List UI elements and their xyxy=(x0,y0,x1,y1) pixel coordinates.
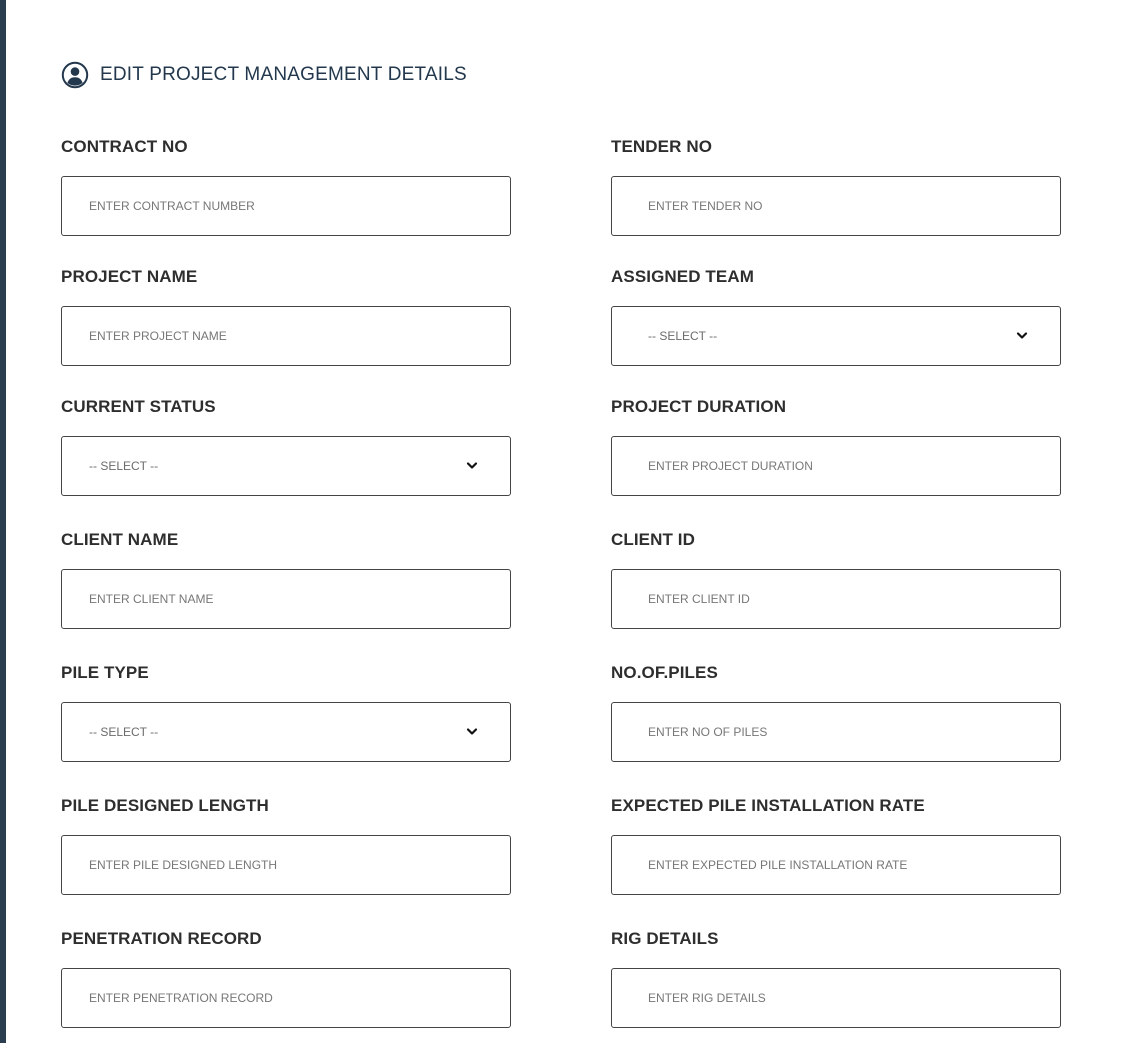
project-name-input[interactable] xyxy=(62,307,510,365)
rig-details-field: RIG DETAILS xyxy=(611,929,1061,1028)
penetration-record-box xyxy=(61,968,511,1028)
no-of-piles-field: NO.OF.PILES xyxy=(611,663,1061,762)
project-duration-input[interactable] xyxy=(612,437,1060,495)
assigned-team-selected: -- SELECT -- xyxy=(648,329,718,343)
project-name-label: PROJECT NAME xyxy=(61,267,198,286)
expected-pile-installation-rate-field: EXPECTED PILE INSTALLATION RATE xyxy=(611,796,1061,895)
pile-designed-length-field: PILE DESIGNED LENGTH xyxy=(61,796,511,895)
contract-no-field: CONTRACT NO xyxy=(61,137,511,236)
no-of-piles-input[interactable] xyxy=(612,703,1060,761)
pile-type-selected: -- SELECT -- xyxy=(89,725,159,739)
current-status-field: CURRENT STATUS -- SELECT -- xyxy=(61,397,511,496)
chevron-down-icon xyxy=(466,462,478,469)
project-name-box xyxy=(61,306,511,366)
no-of-piles-label: NO.OF.PILES xyxy=(611,663,718,682)
penetration-record-label: PENETRATION RECORD xyxy=(61,929,262,948)
expected-pile-installation-rate-label: EXPECTED PILE INSTALLATION RATE xyxy=(611,796,925,815)
pile-type-label: PILE TYPE xyxy=(61,663,149,682)
current-status-select[interactable]: -- SELECT -- xyxy=(61,436,511,496)
project-duration-field: PROJECT DURATION xyxy=(611,397,1061,496)
no-of-piles-box xyxy=(611,702,1061,762)
user-circle-icon xyxy=(61,61,89,89)
page-header: EDIT PROJECT MANAGEMENT DETAILS xyxy=(61,61,467,89)
tender-no-input[interactable] xyxy=(612,177,1060,235)
pile-type-select[interactable]: -- SELECT -- xyxy=(61,702,511,762)
page-title: EDIT PROJECT MANAGEMENT DETAILS xyxy=(100,64,467,85)
client-id-label: CLIENT ID xyxy=(611,530,696,549)
assigned-team-label: ASSIGNED TEAM xyxy=(611,267,754,286)
chevron-down-icon xyxy=(1016,332,1028,339)
left-sidebar-strip xyxy=(0,0,6,1043)
client-name-box xyxy=(61,569,511,629)
project-duration-box xyxy=(611,436,1061,496)
client-id-box xyxy=(611,569,1061,629)
assigned-team-select[interactable]: -- SELECT -- xyxy=(611,306,1061,366)
rig-details-box xyxy=(611,968,1061,1028)
client-name-input[interactable] xyxy=(62,570,510,628)
pile-designed-length-box xyxy=(61,835,511,895)
penetration-record-field: PENETRATION RECORD xyxy=(61,929,511,1028)
contract-no-box xyxy=(61,176,511,236)
expected-pile-installation-rate-box xyxy=(611,835,1061,895)
client-name-field: CLIENT NAME xyxy=(61,530,511,629)
penetration-record-input[interactable] xyxy=(62,969,510,1027)
current-status-selected: -- SELECT -- xyxy=(89,459,159,473)
client-id-field: CLIENT ID xyxy=(611,530,1061,629)
project-duration-label: PROJECT DURATION xyxy=(611,397,787,416)
project-name-field: PROJECT NAME xyxy=(61,267,511,366)
current-status-label: CURRENT STATUS xyxy=(61,397,216,416)
pile-designed-length-label: PILE DESIGNED LENGTH xyxy=(61,796,269,815)
assigned-team-field: ASSIGNED TEAM -- SELECT -- xyxy=(611,267,1061,366)
tender-no-field: TENDER NO xyxy=(611,137,1061,236)
contract-no-input[interactable] xyxy=(62,177,510,235)
contract-no-label: CONTRACT NO xyxy=(61,137,188,156)
client-name-label: CLIENT NAME xyxy=(61,530,179,549)
rig-details-label: RIG DETAILS xyxy=(611,929,719,948)
pile-type-field: PILE TYPE -- SELECT -- xyxy=(61,663,511,762)
expected-pile-installation-rate-input[interactable] xyxy=(612,836,1060,894)
client-id-input[interactable] xyxy=(612,570,1060,628)
pile-designed-length-input[interactable] xyxy=(62,836,510,894)
tender-no-box xyxy=(611,176,1061,236)
rig-details-input[interactable] xyxy=(612,969,1060,1027)
tender-no-label: TENDER NO xyxy=(611,137,713,156)
chevron-down-icon xyxy=(466,728,478,735)
